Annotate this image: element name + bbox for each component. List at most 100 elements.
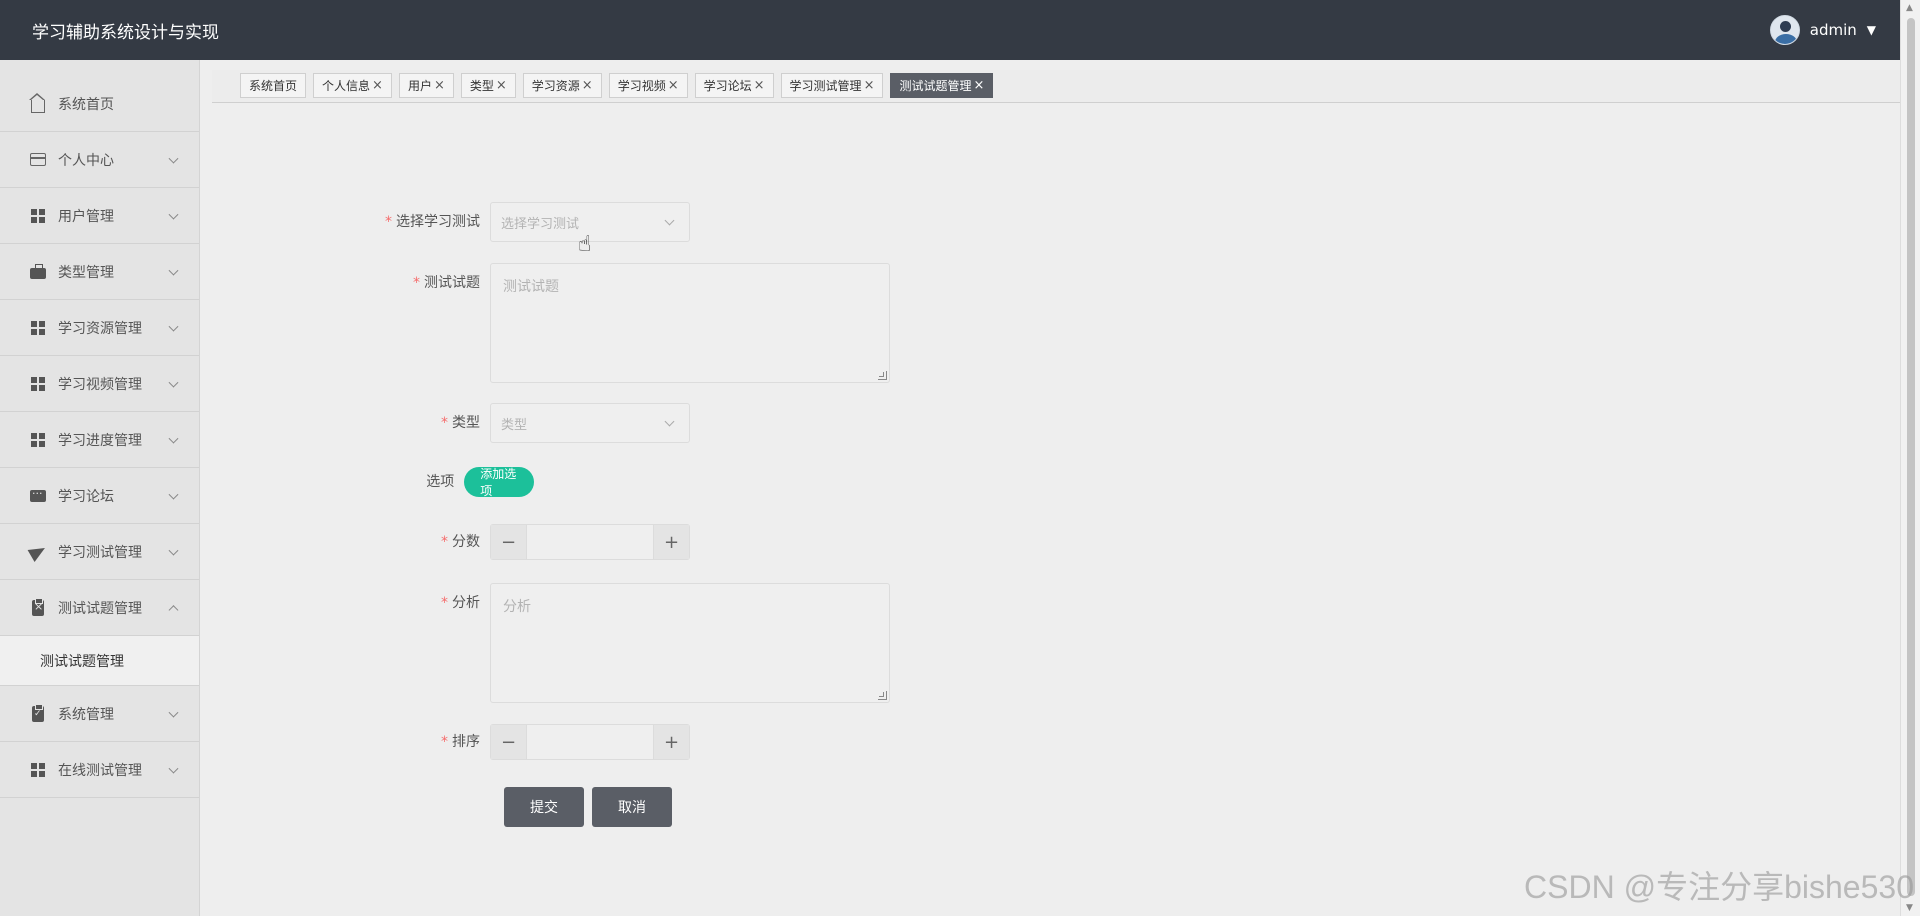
form-row-options: 选项 添加选项 — [360, 467, 535, 498]
sidebar-item-label: 学习测试管理 — [58, 544, 142, 561]
sidebar-item-label: 学习资源管理 — [58, 320, 142, 337]
sidebar-item-label: 个人中心 — [58, 152, 114, 169]
caret-down-icon[interactable]: ▼ — [1867, 23, 1876, 37]
form-row-score: * 分数 − + — [360, 524, 690, 560]
form-row-test: * 选择学习测试 选择学习测试 — [360, 202, 690, 242]
chevron-down-icon — [664, 416, 675, 427]
type-select[interactable]: 类型 — [490, 403, 690, 443]
form-label: 选项 — [426, 474, 455, 490]
form-row-question: * 测试试题 测试试题 — [360, 263, 890, 383]
form-row-type: * 类型 类型 — [360, 403, 690, 443]
tab-forum[interactable]: 学习论坛 × — [694, 73, 774, 98]
form-label: * 类型 — [441, 415, 480, 431]
sidebar-item-personal-center[interactable]: 个人中心 — [0, 132, 199, 188]
sidebar-item-label: 在线测试管理 — [58, 762, 142, 779]
chevron-down-icon — [168, 153, 179, 164]
watermark: CSDN @专注分享bishe530 — [1524, 869, 1914, 905]
tab-question-management[interactable]: 测试试题管理 × — [890, 73, 994, 98]
username[interactable]: admin — [1810, 21, 1857, 39]
order-input[interactable] — [527, 725, 653, 759]
briefcase-icon — [30, 263, 46, 280]
form-label: * 分数 — [441, 534, 480, 550]
scrollbar-thumb[interactable] — [1907, 18, 1915, 896]
resize-handle[interactable] — [878, 691, 887, 700]
chevron-down-icon — [168, 377, 179, 388]
chevron-down-icon — [168, 433, 179, 444]
clipboard-x-icon — [30, 597, 46, 616]
sidebar-item-label: 学习论坛 — [58, 488, 114, 505]
form-label: * 分析 — [441, 595, 480, 611]
chevron-down-icon — [168, 489, 179, 500]
close-icon[interactable]: × — [754, 78, 765, 93]
sidebar: 系统首页 个人中心 用户管理 类型管理 学习资源管理 学习视频管理 学习进度管理… — [0, 60, 200, 916]
tab-test-management[interactable]: 学习测试管理 × — [780, 73, 884, 98]
sidebar-item-resources[interactable]: 学习资源管理 — [0, 300, 199, 356]
app-title: 学习辅助系统设计与实现 — [32, 22, 219, 43]
avatar[interactable] — [1769, 15, 1800, 45]
cancel-button[interactable]: 取消 — [592, 787, 672, 827]
form-actions: 提交 取消 — [504, 787, 672, 827]
chevron-down-icon — [168, 209, 179, 220]
form-label: * 测试试题 — [413, 275, 480, 291]
sidebar-item-users[interactable]: 用户管理 — [0, 188, 199, 244]
sidebar-item-label: 学习视频管理 — [58, 376, 142, 393]
sidebar-item-label: 系统首页 — [58, 96, 114, 113]
sidebar-item-home[interactable]: 系统首页 — [0, 76, 199, 132]
form-label: * 选择学习测试 — [385, 214, 480, 230]
paper-plane-icon — [27, 541, 49, 562]
close-icon[interactable]: × — [973, 78, 984, 93]
sidebar-subitem-question-management[interactable]: 测试试题管理 — [0, 636, 199, 686]
tab-home[interactable]: 系统首页 — [240, 73, 307, 98]
grid-icon — [30, 432, 46, 448]
chat-icon — [30, 484, 46, 504]
order-stepper[interactable]: − + — [490, 724, 690, 760]
sidebar-item-questions[interactable]: 测试试题管理 — [0, 580, 199, 636]
score-stepper[interactable]: − + — [490, 524, 690, 560]
tabs-bar: 系统首页 个人信息 × 用户 × 类型 × 学习资源 × 学习视频 × 学习论坛 × 学习测… — [212, 70, 1900, 103]
vertical-scrollbar[interactable]: ▲ ▼ — [1900, 0, 1920, 916]
close-icon[interactable]: × — [582, 78, 593, 93]
sidebar-item-videos[interactable]: 学习视频管理 — [0, 356, 199, 412]
sidebar-item-tests[interactable]: 学习测试管理 — [0, 524, 199, 580]
form-label: * 排序 — [441, 734, 480, 750]
sidebar-item-progress[interactable]: 学习进度管理 — [0, 412, 199, 468]
tab-resources[interactable]: 学习资源 × — [522, 73, 602, 98]
tab-videos[interactable]: 学习视频 × — [608, 73, 688, 98]
grid-icon — [30, 376, 46, 392]
sidebar-item-label: 系统管理 — [58, 706, 114, 723]
sidebar-item-label: 学习进度管理 — [58, 432, 142, 449]
submit-button[interactable]: 提交 — [504, 787, 584, 827]
sidebar-item-forum[interactable]: 学习论坛 — [0, 468, 199, 524]
scroll-up-icon[interactable]: ▲ — [1906, 3, 1913, 13]
home-icon — [29, 93, 46, 113]
grid-icon — [30, 208, 46, 224]
add-option-button[interactable]: 添加选项 — [464, 467, 535, 498]
close-icon[interactable]: × — [434, 78, 445, 93]
sidebar-item-system[interactable]: 系统管理 — [0, 686, 199, 742]
increment-button[interactable]: + — [653, 525, 689, 559]
resize-handle[interactable] — [878, 371, 887, 380]
close-icon[interactable]: × — [496, 78, 507, 93]
decrement-button[interactable]: − — [491, 525, 527, 559]
sidebar-item-label: 用户管理 — [58, 208, 114, 225]
sidebar-item-label: 类型管理 — [58, 264, 114, 281]
increment-button[interactable]: + — [653, 725, 689, 759]
form-row-analysis: * 分析 分析 — [360, 583, 890, 703]
user-menu[interactable]: admin ▼ — [1769, 15, 1876, 45]
tab-users[interactable]: 用户 × — [398, 73, 454, 98]
score-input[interactable] — [527, 525, 653, 559]
close-icon[interactable]: × — [372, 78, 383, 93]
close-icon[interactable]: × — [864, 78, 875, 93]
tab-types[interactable]: 类型 × — [460, 73, 516, 98]
analysis-textarea[interactable]: 分析 — [490, 583, 890, 703]
tab-personal-info[interactable]: 个人信息 × — [313, 73, 392, 98]
sidebar-item-types[interactable]: 类型管理 — [0, 244, 199, 300]
close-icon[interactable]: × — [668, 78, 679, 93]
decrement-button[interactable]: − — [491, 725, 527, 759]
question-textarea[interactable]: 测试试题 — [490, 263, 890, 383]
chevron-down-icon — [168, 321, 179, 332]
sidebar-item-online-tests[interactable]: 在线测试管理 — [0, 742, 199, 798]
chevron-down-icon — [168, 265, 179, 276]
chevron-down-icon — [168, 707, 179, 718]
card-icon — [30, 152, 46, 168]
